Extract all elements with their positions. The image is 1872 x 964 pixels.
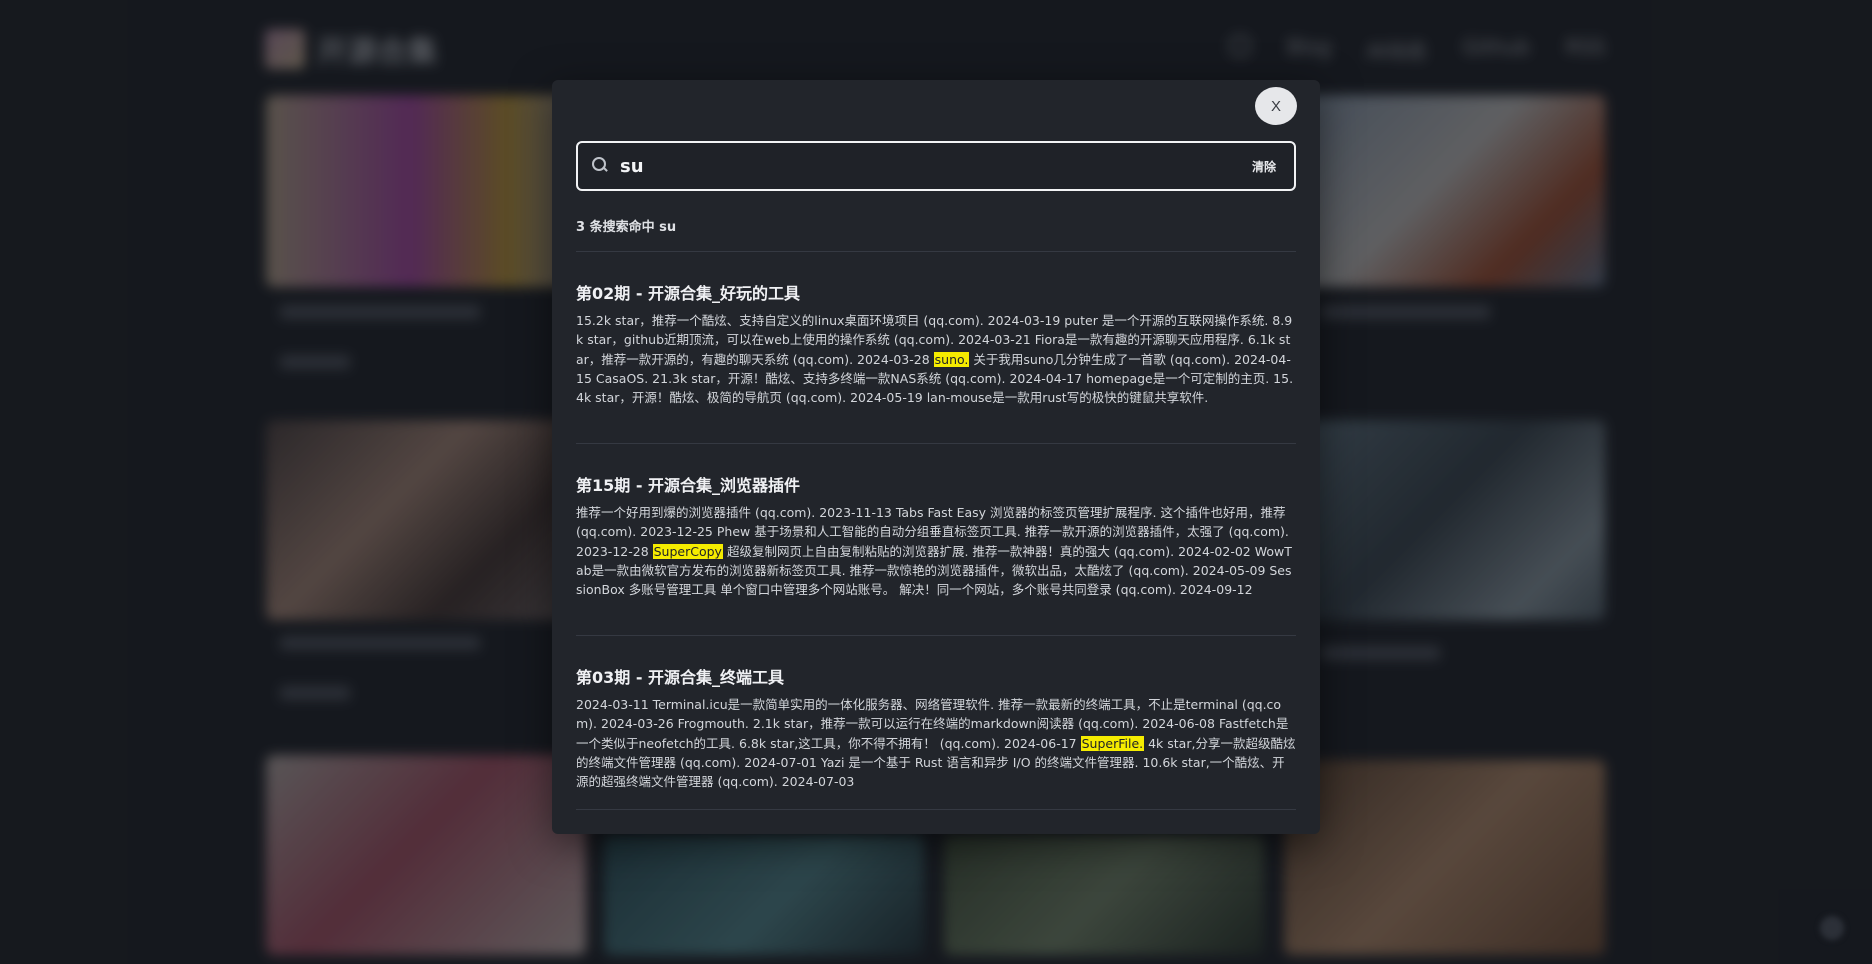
clear-button[interactable]: 清除 xyxy=(1252,158,1276,175)
search-result[interactable]: 第15期 - 开源合集_浏览器插件 推荐一个好用到爆的浏览器插件 (qq.com… xyxy=(576,475,1296,599)
divider xyxy=(576,443,1296,444)
result-title[interactable]: 第02期 - 开源合集_好玩的工具 xyxy=(576,283,1296,305)
close-button[interactable]: X xyxy=(1255,87,1297,125)
divider xyxy=(576,635,1296,636)
result-title[interactable]: 第15期 - 开源合集_浏览器插件 xyxy=(576,475,1296,497)
result-excerpt: 2024-03-11 Terminal.icu是一款简单实用的一体化服务器、网络… xyxy=(576,697,1296,790)
result-title[interactable]: 第03期 - 开源合集_终端工具 xyxy=(576,667,1296,689)
search-result[interactable]: 第03期 - 开源合集_终端工具 2024-03-11 Terminal.icu… xyxy=(576,667,1296,791)
match-highlight: SuperCopy xyxy=(652,543,723,559)
search-summary: 3 条搜索命中 su xyxy=(576,220,677,235)
match-highlight: SuperFile. xyxy=(1080,735,1145,751)
divider xyxy=(576,809,1296,810)
search-modal: X 清除 3 条搜索命中 su 第02期 - 开源合集_好玩的工具 15.2k … xyxy=(552,80,1320,834)
search-result[interactable]: 第02期 - 开源合集_好玩的工具 15.2k star，推荐一个酷炫、支持自定… xyxy=(576,283,1296,407)
search-bar[interactable]: 清除 xyxy=(576,141,1296,191)
back-to-top-icon[interactable] xyxy=(1820,916,1844,940)
search-input[interactable] xyxy=(620,155,1252,177)
result-excerpt: 15.2k star，推荐一个酷炫、支持自定义的linux桌面环境项目 (qq.… xyxy=(576,313,1294,406)
search-icon xyxy=(592,157,610,175)
result-excerpt: 推荐一个好用到爆的浏览器插件 (qq.com). 2023-11-13 Tabs… xyxy=(576,505,1292,598)
divider xyxy=(576,251,1296,252)
match-highlight: suno. xyxy=(933,351,970,367)
